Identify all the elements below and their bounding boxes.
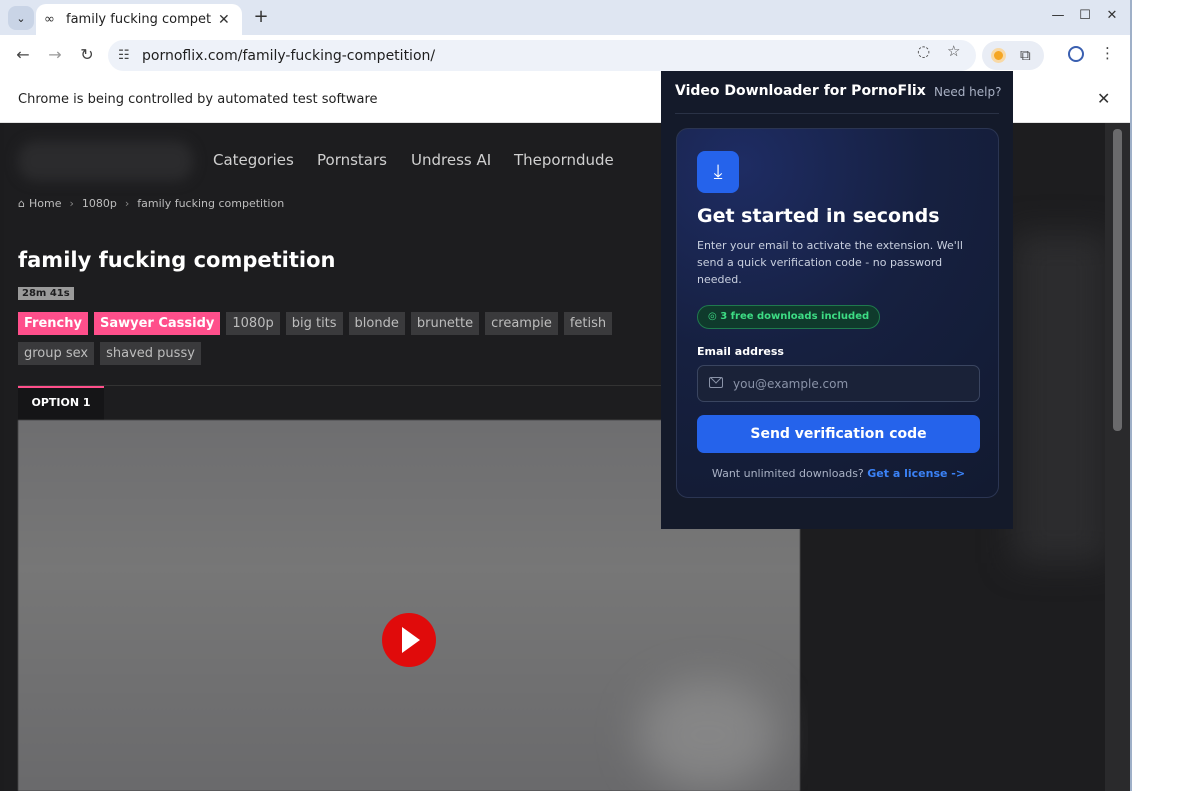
infobar-close-icon[interactable]: ✕ (1097, 89, 1110, 108)
address-bar[interactable]: ☷ pornoflix.com/family-fucking-competiti… (108, 40, 976, 71)
tag-item[interactable]: big tits (285, 312, 343, 335)
tab-strip: ⌄ ∞ family fucking competitio ✕ + — ☐ ✕ (0, 0, 1130, 35)
site-info-icon[interactable]: ☷ (118, 48, 142, 63)
breadcrumb-current: family fucking competition (137, 197, 285, 210)
sidebar-thumbnail (1014, 233, 1109, 563)
forward-icon[interactable]: → (45, 45, 65, 64)
nav-undress-ai[interactable]: Undress AI (411, 151, 491, 169)
video-title: family fucking competition (18, 248, 336, 272)
reload-icon[interactable]: ↻ (77, 45, 97, 64)
menu-dots-icon[interactable]: ⋮ (1100, 44, 1115, 62)
profile-icon[interactable] (1068, 46, 1084, 62)
free-downloads-badge: ◎ 3 free downloads included (697, 305, 881, 329)
new-tab-button[interactable]: + (250, 6, 272, 27)
popup-title: Video Downloader for PornoFlix (675, 83, 926, 99)
breadcrumb-category[interactable]: 1080p (82, 197, 117, 210)
site-logo[interactable] (18, 141, 193, 181)
card-title: Get started in seconds (697, 205, 940, 227)
nav-categories[interactable]: Categories (213, 151, 294, 169)
download-icon: ⤓ (697, 151, 739, 193)
minimize-icon[interactable]: — (1050, 8, 1066, 23)
tag-item[interactable]: creampie (485, 312, 558, 335)
extension-popup: Video Downloader for PornoFlix Need help… (661, 71, 1013, 529)
email-label: Email address (697, 345, 784, 358)
extensions-puzzle-icon[interactable]: ⧉ (1020, 46, 1031, 64)
url-text[interactable]: pornoflix.com/family-fucking-competition… (142, 48, 435, 64)
breadcrumb-separator-icon: › (69, 197, 74, 210)
play-icon[interactable] (382, 613, 436, 667)
nav-theporndude[interactable]: Theporndude (514, 151, 614, 169)
tag-item[interactable]: brunette (410, 312, 480, 335)
infobar-message: Chrome is being controlled by automated … (18, 92, 378, 107)
window-close-icon[interactable]: ✕ (1104, 8, 1120, 23)
page-scrollbar[interactable] (1105, 123, 1130, 791)
send-verification-button[interactable]: Send verification code (697, 415, 980, 453)
eye-slash-icon[interactable]: ◌ (917, 42, 930, 60)
divider (18, 385, 678, 386)
tab-close-icon[interactable]: ✕ (218, 12, 230, 28)
tag-item[interactable]: blonde (348, 312, 405, 335)
onboarding-card: ⤓ Get started in seconds Enter your emai… (676, 128, 999, 498)
desktop-background (1132, 0, 1200, 791)
browser-toolbar: ← → ↻ ☷ pornoflix.com/family-fucking-com… (0, 35, 1130, 76)
back-icon[interactable]: ← (13, 45, 33, 64)
browser-tab[interactable]: ∞ family fucking competitio ✕ (36, 4, 242, 35)
bookmark-star-icon[interactable]: ☆ (947, 42, 960, 60)
extensions-group: ⧉ (982, 41, 1044, 70)
get-license-link[interactable]: Get a license -> (867, 467, 965, 480)
check-circle-icon: ◎ (708, 311, 721, 322)
tag-item[interactable]: 1080p (226, 312, 280, 335)
tag-pornstar[interactable]: Sawyer Cassidy (93, 312, 221, 335)
duration-badge: 28m 41s (18, 287, 74, 300)
tab-search-dropdown-icon[interactable]: ⌄ (8, 6, 34, 30)
tab-favicon-icon: ∞ (44, 12, 55, 27)
tag-item[interactable]: fetish (563, 312, 613, 335)
mail-icon (709, 377, 723, 388)
breadcrumb: ⌂ Home › 1080p › family fucking competit… (18, 197, 284, 210)
breadcrumb-home[interactable]: Home (29, 197, 61, 210)
tag-item[interactable]: group sex (18, 342, 95, 365)
badge-text: 3 free downloads included (720, 311, 870, 322)
maximize-icon[interactable]: ☐ (1077, 8, 1093, 23)
tag-item[interactable]: shaved pussy (100, 342, 201, 365)
nav-pornstars[interactable]: Pornstars (317, 151, 387, 169)
card-description: Enter your email to activate the extensi… (697, 239, 963, 286)
breadcrumb-separator-icon: › (124, 197, 130, 210)
email-input[interactable] (697, 365, 980, 402)
tag-list: Frenchy Sawyer Cassidy 1080p big tits bl… (18, 312, 668, 365)
tab-option-1[interactable]: OPTION 1 (18, 386, 104, 420)
need-help-link[interactable]: Need help? (934, 85, 1001, 99)
tab-title: family fucking competitio (66, 12, 212, 27)
popup-divider (675, 113, 999, 114)
license-prompt: Want unlimited downloads? Get a license … (677, 467, 1000, 480)
video-downloader-extension-icon[interactable] (991, 48, 1006, 63)
scrollbar-thumb[interactable] (1113, 129, 1122, 431)
home-icon: ⌂ (18, 197, 25, 210)
tag-pornstar[interactable]: Frenchy (18, 312, 88, 335)
license-prompt-text: Want unlimited downloads? (711, 467, 864, 480)
